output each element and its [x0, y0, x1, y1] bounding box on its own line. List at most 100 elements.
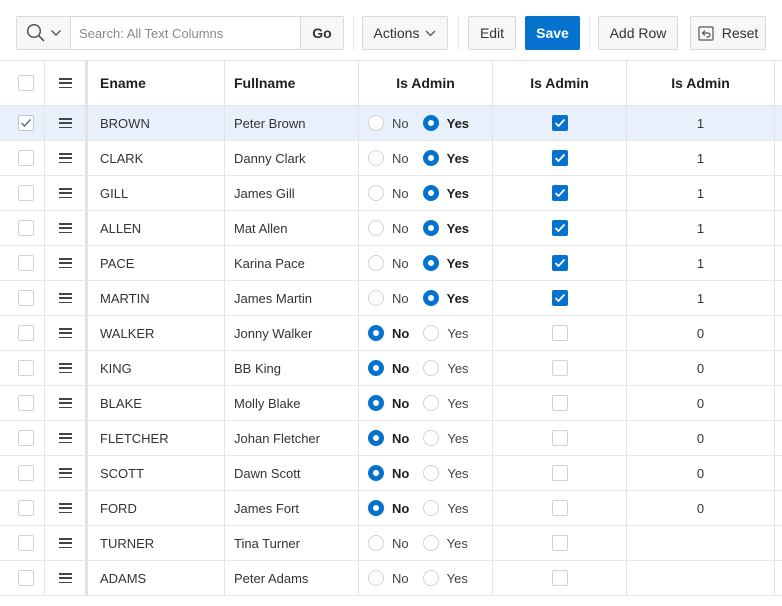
row-actions-menu-icon[interactable] [58, 293, 72, 303]
edit-button[interactable]: Edit [468, 16, 516, 50]
is-admin-checkbox[interactable] [551, 150, 568, 166]
table-row[interactable]: FORD James Fort No Yes 0 [0, 491, 782, 526]
row-select-checkbox[interactable] [18, 325, 34, 341]
column-header-is-admin-radio[interactable]: Is Admin [359, 61, 493, 105]
is-admin-checkbox[interactable] [551, 325, 568, 341]
cell-ename[interactable]: MARTIN [88, 281, 225, 315]
radio-button-yes[interactable] [423, 500, 440, 516]
row-select-checkbox[interactable] [18, 395, 34, 411]
radio-option-yes[interactable]: Yes [422, 150, 469, 166]
row-select-checkbox[interactable] [18, 570, 34, 586]
row-actions-menu-icon[interactable] [58, 328, 72, 338]
cell-ename[interactable]: BLAKE [88, 386, 225, 420]
cell-ename[interactable]: WALKER [88, 316, 225, 350]
radio-button-no[interactable] [368, 150, 384, 166]
reset-button[interactable]: Reset [690, 16, 766, 50]
is-admin-checkbox[interactable] [551, 535, 568, 551]
cell-ename[interactable]: TURNER [88, 526, 225, 560]
column-header-is-admin-checkbox[interactable]: Is Admin [493, 61, 627, 105]
column-header-is-admin-value[interactable]: Is Admin [627, 61, 775, 105]
row-select-checkbox[interactable] [18, 115, 34, 131]
row-select-checkbox[interactable] [18, 500, 34, 516]
row-actions-menu-icon[interactable] [58, 468, 72, 478]
radio-button-no[interactable] [368, 255, 384, 271]
table-row[interactable]: BROWN Peter Brown No Yes 1 [0, 106, 782, 141]
table-row[interactable]: CLARK Danny Clark No Yes 1 [0, 141, 782, 176]
radio-button-no[interactable] [368, 395, 384, 411]
save-button[interactable]: Save [525, 16, 580, 50]
radio-option-no[interactable]: No [368, 150, 409, 166]
radio-button-yes[interactable] [423, 360, 440, 376]
row-select-checkbox[interactable] [18, 465, 34, 481]
radio-option-no[interactable]: No [368, 430, 409, 446]
radio-button-yes[interactable] [422, 255, 439, 271]
radio-button-no[interactable] [368, 570, 384, 586]
cell-ename[interactable]: FLETCHER [88, 421, 225, 455]
radio-button-no[interactable] [368, 535, 384, 551]
cell-fullname[interactable]: BB King [225, 351, 359, 385]
cell-fullname[interactable]: Peter Brown [225, 106, 359, 140]
add-row-button[interactable]: Add Row [598, 16, 678, 50]
cell-fullname[interactable]: Johan Fletcher [225, 421, 359, 455]
radio-option-yes[interactable]: Yes [422, 570, 468, 586]
table-row[interactable]: ADAMS Peter Adams No Yes [0, 561, 782, 596]
is-admin-checkbox[interactable] [551, 465, 568, 481]
cell-ename[interactable]: FORD [88, 491, 225, 525]
radio-option-no[interactable]: No [368, 220, 409, 236]
row-select-checkbox[interactable] [18, 220, 34, 236]
is-admin-checkbox[interactable] [551, 115, 568, 131]
row-select-checkbox[interactable] [18, 430, 34, 446]
radio-button-no[interactable] [368, 220, 384, 236]
table-row[interactable]: FLETCHER Johan Fletcher No Yes 0 [0, 421, 782, 456]
radio-button-yes[interactable] [422, 535, 439, 551]
is-admin-checkbox[interactable] [551, 395, 568, 411]
radio-button-no[interactable] [368, 500, 384, 516]
radio-button-yes[interactable] [422, 185, 439, 201]
radio-option-yes[interactable]: Yes [422, 185, 469, 201]
cell-ename[interactable]: KING [88, 351, 225, 385]
radio-option-yes[interactable]: Yes [423, 465, 469, 481]
cell-ename[interactable]: BROWN [88, 106, 225, 140]
select-all-checkbox[interactable] [18, 75, 34, 91]
table-row[interactable]: SCOTT Dawn Scott No Yes 0 [0, 456, 782, 491]
cell-ename[interactable]: ALLEN [88, 211, 225, 245]
table-row[interactable]: WALKER Jonny Walker No Yes 0 [0, 316, 782, 351]
radio-option-no[interactable]: No [368, 570, 409, 586]
row-actions-menu-icon[interactable] [58, 188, 72, 198]
cell-ename[interactable]: SCOTT [88, 456, 225, 490]
row-actions-menu-icon[interactable] [58, 118, 72, 128]
row-select-checkbox[interactable] [18, 255, 34, 271]
radio-option-yes[interactable]: Yes [422, 255, 469, 271]
row-actions-menu-icon[interactable] [58, 258, 72, 268]
cell-ename[interactable]: GILL [88, 176, 225, 210]
radio-button-yes[interactable] [423, 465, 440, 481]
is-admin-checkbox[interactable] [551, 570, 568, 586]
radio-button-no[interactable] [368, 290, 384, 306]
cell-fullname[interactable]: James Gill [225, 176, 359, 210]
radio-button-yes[interactable] [422, 290, 439, 306]
radio-option-no[interactable]: No [368, 325, 409, 341]
search-input[interactable] [71, 17, 300, 49]
row-actions-menu-icon[interactable] [58, 573, 72, 583]
row-select-checkbox[interactable] [18, 150, 34, 166]
cell-fullname[interactable]: James Martin [225, 281, 359, 315]
radio-option-no[interactable]: No [368, 360, 409, 376]
cell-fullname[interactable]: James Fort [225, 491, 359, 525]
radio-option-no[interactable]: No [368, 535, 409, 551]
radio-option-yes[interactable]: Yes [423, 500, 469, 516]
cell-fullname[interactable]: Peter Adams [225, 561, 359, 595]
is-admin-checkbox[interactable] [551, 185, 568, 201]
row-actions-menu-icon[interactable] [58, 433, 72, 443]
cell-fullname[interactable]: Jonny Walker [225, 316, 359, 350]
cell-ename[interactable]: ADAMS [88, 561, 225, 595]
cell-fullname[interactable]: Dawn Scott [225, 456, 359, 490]
row-actions-menu-icon[interactable] [58, 538, 72, 548]
is-admin-checkbox[interactable] [551, 430, 568, 446]
go-button[interactable]: Go [300, 17, 343, 49]
column-header-fullname[interactable]: Fullname [225, 61, 359, 105]
radio-option-no[interactable]: No [368, 185, 409, 201]
radio-option-yes[interactable]: Yes [422, 535, 468, 551]
row-select-checkbox[interactable] [18, 185, 34, 201]
table-row[interactable]: TURNER Tina Turner No Yes [0, 526, 782, 561]
radio-option-yes[interactable]: Yes [423, 430, 469, 446]
